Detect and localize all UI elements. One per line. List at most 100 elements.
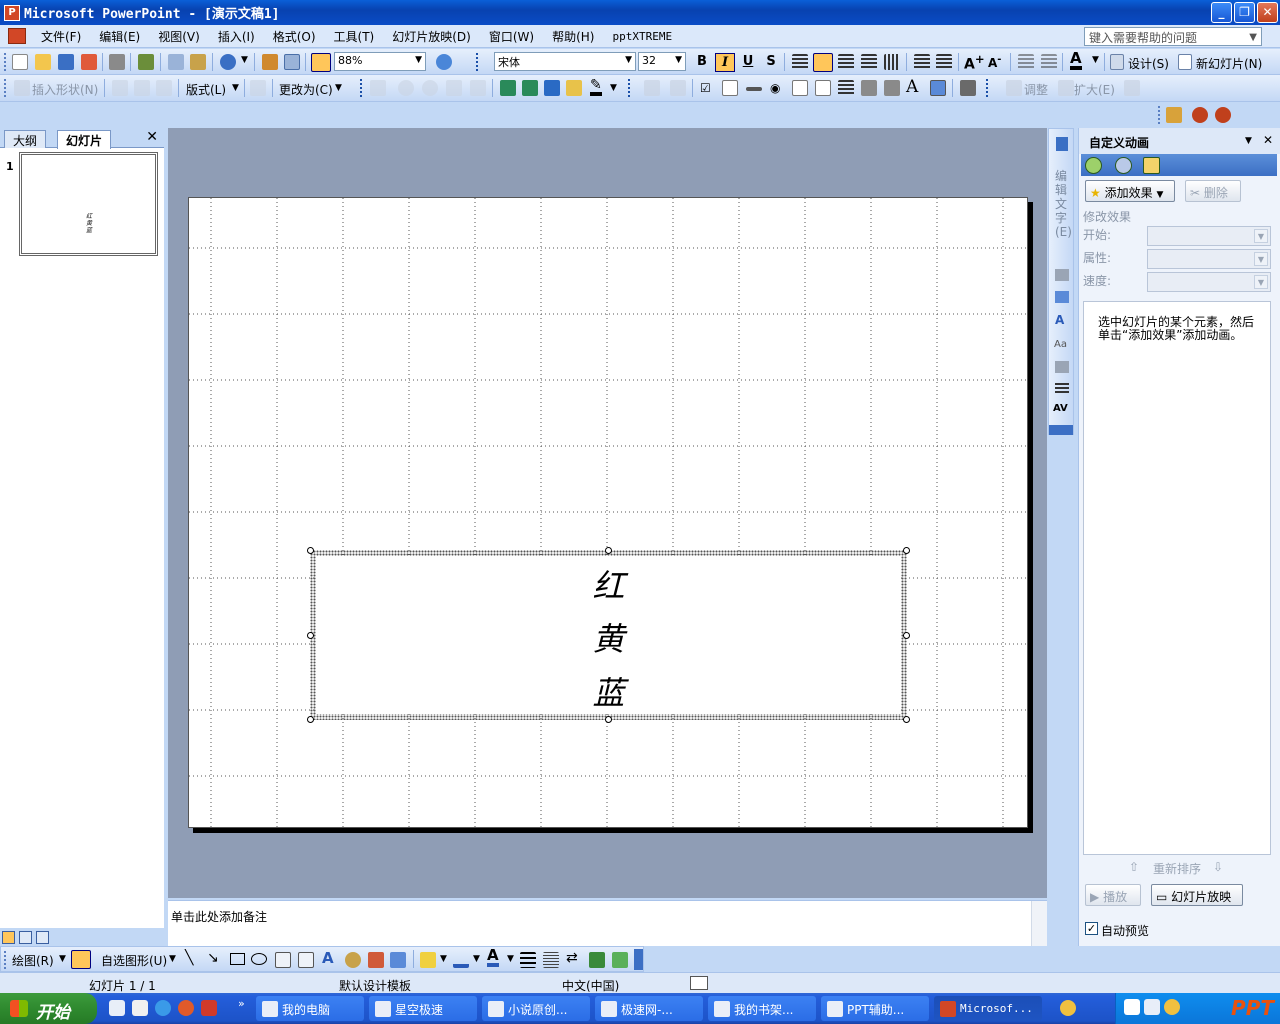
- chevron-down-icon[interactable]: ▼: [440, 954, 447, 964]
- wordart-icon[interactable]: A: [1055, 313, 1064, 327]
- slide-thumbnail[interactable]: 红 黄 蓝: [19, 152, 158, 256]
- pptxtreme-tool-icon[interactable]: [1192, 107, 1208, 123]
- menu-tools[interactable]: 工具(T): [325, 28, 384, 45]
- layout-button[interactable]: 版式(L): [186, 81, 226, 98]
- undo-dropdown-icon[interactable]: ▼: [241, 55, 248, 65]
- textbox-icon[interactable]: [275, 952, 291, 968]
- menu-pptxtreme[interactable]: pptXTREME: [603, 30, 681, 43]
- minimize-button[interactable]: _: [1211, 2, 1232, 23]
- task-button[interactable]: Microsof...: [934, 996, 1042, 1021]
- toolbar-options-icon[interactable]: [1049, 425, 1073, 435]
- home-icon[interactable]: [1143, 157, 1160, 174]
- toolbar-grip[interactable]: [986, 79, 989, 97]
- adjust-button[interactable]: 调整: [1024, 81, 1048, 98]
- decrease-indent-icon[interactable]: [1018, 54, 1034, 70]
- help-icon[interactable]: [436, 54, 452, 70]
- label-control-icon[interactable]: A: [906, 77, 918, 97]
- 3d-style-icon[interactable]: [612, 952, 628, 968]
- insert-chart-icon[interactable]: [262, 54, 278, 70]
- slide-text-line[interactable]: 黄: [316, 619, 901, 659]
- tray-icon[interactable]: [1124, 999, 1140, 1015]
- help-search-input[interactable]: 键入需要帮助的问题 ▼: [1084, 27, 1262, 46]
- decrease-font-icon[interactable]: A-: [988, 54, 1001, 70]
- toolbar-grip[interactable]: [360, 79, 363, 97]
- chevron-down-icon[interactable]: ▼: [675, 55, 682, 65]
- permission-icon[interactable]: [81, 54, 97, 70]
- chevron-down-icon[interactable]: ▼: [169, 954, 176, 964]
- radio-control-icon[interactable]: ◉: [770, 81, 780, 95]
- selected-textbox[interactable]: 红 黄 蓝: [310, 550, 907, 720]
- insert-table-icon[interactable]: [284, 54, 300, 70]
- forward-icon[interactable]: [1115, 157, 1132, 174]
- select-pointer-icon[interactable]: [71, 950, 91, 969]
- edit-text-label[interactable]: 编辑文字(E): [1055, 169, 1072, 239]
- chevron-down-icon[interactable]: ▼: [335, 83, 342, 93]
- desktop-icon[interactable]: [109, 1000, 125, 1016]
- task-button[interactable]: 极速网-...: [595, 996, 703, 1021]
- pptxtreme-tool-icon[interactable]: [1215, 107, 1231, 123]
- line-color-icon[interactable]: ✎: [590, 78, 602, 96]
- italic-button[interactable]: I: [715, 53, 735, 72]
- draw-menu-button[interactable]: 绘图(R): [12, 952, 54, 969]
- new-slide-button[interactable]: 新幻灯片(N): [1196, 55, 1262, 72]
- chevron-down-icon[interactable]: ▼: [1092, 55, 1099, 65]
- combobox-control-icon[interactable]: [815, 80, 831, 96]
- listbox-control-icon[interactable]: [792, 80, 808, 96]
- spacing-icon[interactable]: AV: [1053, 403, 1068, 414]
- property-select[interactable]: ▼: [1147, 249, 1271, 269]
- spelling-status-icon[interactable]: [690, 976, 708, 990]
- tray-app-icon[interactable]: [1060, 1000, 1076, 1016]
- bold-button[interactable]: B: [692, 53, 712, 72]
- resize-handle[interactable]: [605, 716, 612, 723]
- line-icon[interactable]: ╲: [185, 950, 193, 966]
- remove-button[interactable]: ✂ 删除: [1185, 180, 1241, 202]
- ie-icon[interactable]: [155, 1000, 171, 1016]
- arrow-icon[interactable]: ↘: [207, 950, 219, 966]
- start-button[interactable]: 开始: [0, 993, 97, 1024]
- image-control-icon[interactable]: [930, 80, 946, 96]
- menu-help[interactable]: 帮助(H): [543, 28, 603, 45]
- resize-handle[interactable]: [903, 632, 910, 639]
- diagram-icon[interactable]: [345, 952, 361, 968]
- more-controls-icon[interactable]: [960, 80, 976, 96]
- close-button[interactable]: ✕: [1257, 2, 1278, 23]
- move-up-icon[interactable]: ⇧: [1129, 860, 1139, 874]
- design-icon[interactable]: [1110, 54, 1124, 70]
- font-color-icon[interactable]: A: [1070, 51, 1082, 70]
- undo-icon[interactable]: [220, 54, 236, 70]
- powerpoint-icon[interactable]: P: [4, 4, 20, 21]
- toolbar-options-icon[interactable]: [634, 949, 643, 970]
- pptxtreme-icon[interactable]: [1166, 107, 1182, 123]
- chevron-down-icon[interactable]: ▼: [1245, 136, 1252, 146]
- task-button[interactable]: 我的电脑: [256, 996, 364, 1021]
- effects-icon[interactable]: [566, 80, 582, 96]
- menu-format[interactable]: 格式(O): [264, 28, 325, 45]
- font-color-icon[interactable]: A: [487, 948, 499, 967]
- tray-icon[interactable]: [1164, 999, 1180, 1015]
- toolbar-grip[interactable]: [4, 79, 7, 97]
- spelling-icon[interactable]: [138, 54, 154, 70]
- expand-icon[interactable]: »: [238, 997, 245, 1010]
- chevron-down-icon[interactable]: ▼: [1254, 275, 1268, 289]
- menu-insert[interactable]: 插入(I): [209, 28, 264, 45]
- increase-font-icon[interactable]: A+: [964, 52, 985, 73]
- vertical-textbox-icon[interactable]: [298, 952, 314, 968]
- task-button[interactable]: 小说原创...: [482, 996, 590, 1021]
- align-center-icon[interactable]: [813, 53, 833, 72]
- toggle-control-icon[interactable]: [838, 80, 854, 96]
- autopreview-label[interactable]: 自动预览: [1101, 922, 1149, 939]
- text-tool-icon[interactable]: [1056, 137, 1068, 151]
- align-right-icon[interactable]: [838, 54, 854, 70]
- chevron-down-icon[interactable]: ▼: [1254, 252, 1268, 266]
- design-button[interactable]: 设计(S): [1128, 55, 1169, 72]
- vertical-scrollbar[interactable]: [1031, 901, 1047, 947]
- notes-placeholder[interactable]: 单击此处添加备注: [171, 908, 267, 925]
- line-style-icon[interactable]: [520, 952, 536, 968]
- menu-slideshow[interactable]: 幻灯片放映(D): [383, 28, 480, 45]
- move-down-icon[interactable]: ⇩: [1213, 860, 1223, 874]
- chevron-down-icon[interactable]: ▼: [415, 55, 422, 65]
- chevron-down-icon[interactable]: ▼: [507, 954, 514, 964]
- text-direction-icon[interactable]: [884, 54, 900, 70]
- tab-outline[interactable]: 大纲: [4, 130, 47, 148]
- expand-button[interactable]: 扩大(E): [1074, 81, 1115, 98]
